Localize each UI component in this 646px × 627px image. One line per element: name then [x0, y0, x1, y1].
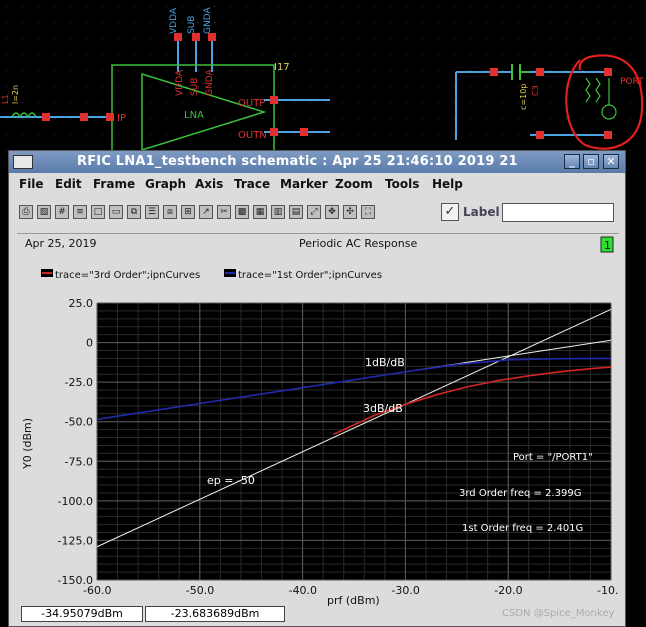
- schem-cap-name: C3: [531, 85, 540, 96]
- x-tick-label: -10.0: [597, 584, 619, 597]
- schem-cap-value: c=10p: [519, 84, 528, 110]
- y-tick-label: 25.0: [69, 297, 94, 310]
- annotation-1st-freq[interactable]: 1st Order freq = 2.401G: [462, 523, 583, 534]
- subwindow-index: 1: [604, 239, 611, 252]
- schem-pin-sub: SUB: [187, 16, 197, 34]
- y-tick-label: -150.0: [58, 574, 93, 587]
- delete-icon[interactable]: ▩: [235, 205, 249, 219]
- y-tick-label: -25.0: [65, 376, 93, 389]
- annotation-3db[interactable]: 3dB/dB: [363, 402, 403, 415]
- x-tick-label: -50.0: [186, 584, 214, 597]
- schem-inductor-name: L1: [1, 94, 10, 104]
- menu-graph[interactable]: Graph: [145, 177, 186, 191]
- status-field-x: -34.95079dBm: [21, 606, 143, 622]
- window-menu-icon[interactable]: [13, 155, 33, 169]
- annotation-port[interactable]: Port = "/PORT1": [513, 452, 593, 463]
- watermark: CSDN @Spice_Monkey: [502, 608, 615, 619]
- schem-block-label: LNA: [184, 110, 204, 121]
- legend-label-1st[interactable]: trace="1st Order";ipnCurves: [238, 270, 382, 281]
- add-trace-icon[interactable]: ⊞: [181, 205, 195, 219]
- move-icon[interactable]: ✥: [325, 205, 339, 219]
- annotation-ep[interactable]: ep = -50: [207, 474, 255, 487]
- cut-icon[interactable]: ✂: [217, 205, 231, 219]
- menu-trace[interactable]: Trace: [234, 177, 270, 191]
- y-tick-label: -100.0: [58, 495, 93, 508]
- menu-file[interactable]: File: [19, 177, 44, 191]
- schem-output-n: OUTN: [238, 130, 267, 141]
- menu-bar: File Edit Frame Graph Axis Trace Marker …: [9, 174, 625, 194]
- menu-tools[interactable]: Tools: [385, 177, 419, 191]
- menu-marker[interactable]: Marker: [280, 177, 328, 191]
- frame-icon[interactable]: □: [91, 205, 105, 219]
- schem-inductor-value: l=2n: [11, 85, 20, 104]
- menu-help[interactable]: Help: [432, 177, 463, 191]
- schem-output-p: OUTP: [238, 98, 265, 109]
- copy-graph-icon[interactable]: ⧉: [127, 205, 141, 219]
- plot-title: Periodic AC Response: [299, 237, 417, 250]
- status-field-y: -23.683689dBm: [145, 606, 285, 622]
- schem-block-pin-vdda: VDDA: [175, 69, 185, 96]
- plot-area[interactable]: Apr 25, 2019 Periodic AC Response 1 trac…: [17, 233, 629, 609]
- strip-icon[interactable]: ≡: [73, 205, 87, 219]
- marker-icon[interactable]: ▥: [271, 205, 285, 219]
- y-tick-label: -125.0: [58, 534, 93, 547]
- fit-icon[interactable]: ⤢: [307, 205, 321, 219]
- title-bar[interactable]: RFIC LNA1_testbench schematic : Apr 25 2…: [9, 151, 625, 173]
- x-tick-label: -30.0: [391, 584, 419, 597]
- schem-block-pin-sub: SUB: [190, 78, 200, 96]
- menu-axis[interactable]: Axis: [195, 177, 223, 191]
- image-icon[interactable]: ▧: [37, 205, 51, 219]
- grid-icon[interactable]: #: [55, 205, 69, 219]
- x-tick-label: -40.0: [289, 584, 317, 597]
- schem-pin-vdda: VDDA: [169, 7, 179, 34]
- schem-input-pin: IP: [117, 113, 126, 124]
- zoom-fit-icon[interactable]: ⛶: [361, 205, 375, 219]
- schem-pin-gnda: GNDA: [203, 7, 213, 34]
- maximize-button[interactable]: ▫: [583, 154, 599, 169]
- menu-zoom[interactable]: Zoom: [335, 177, 373, 191]
- x-tick-label: -20.0: [494, 584, 522, 597]
- trash-icon[interactable]: ▤: [289, 205, 303, 219]
- subwindow-icon[interactable]: ▭: [109, 205, 123, 219]
- annotation-3rd-freq[interactable]: 3rd Order freq = 2.399G: [459, 488, 581, 499]
- print-icon[interactable]: ⎙: [19, 205, 33, 219]
- y-axis-label: Y0 (dBm): [21, 418, 34, 470]
- hatch-icon[interactable]: ▦: [253, 205, 267, 219]
- schem-instance-name: I17: [274, 62, 290, 73]
- schem-block-pin-gnda: GNDA: [205, 69, 215, 96]
- menu-frame[interactable]: Frame: [93, 177, 135, 191]
- y-tick-label: -75.0: [65, 455, 93, 468]
- y-tick-label: -50.0: [65, 416, 93, 429]
- waveform-plot[interactable]: Apr 25, 2019 Periodic AC Response 1 trac…: [17, 234, 629, 609]
- minimize-button[interactable]: _: [564, 154, 580, 169]
- axis-icon[interactable]: ↗: [199, 205, 213, 219]
- annotation-1db[interactable]: 1dB/dB: [365, 356, 405, 369]
- y-tick-label: 0: [86, 337, 93, 350]
- plot-date: Apr 25, 2019: [25, 237, 97, 250]
- menu-edit[interactable]: Edit: [55, 177, 82, 191]
- close-button[interactable]: ✕: [603, 154, 619, 169]
- list-icon[interactable]: ☰: [145, 205, 159, 219]
- waveform-window: RFIC LNA1_testbench schematic : Apr 25 2…: [8, 150, 629, 627]
- stack-icon[interactable]: ⧈: [163, 205, 177, 219]
- label-text: Label: [463, 205, 500, 219]
- pan-icon[interactable]: ✣: [343, 205, 357, 219]
- label-checkbox[interactable]: ✓: [441, 203, 459, 221]
- label-input[interactable]: [502, 203, 614, 222]
- window-title: RFIC LNA1_testbench schematic : Apr 25 2…: [77, 154, 518, 169]
- legend-label-3rd[interactable]: trace="3rd Order";ipnCurves: [55, 270, 200, 281]
